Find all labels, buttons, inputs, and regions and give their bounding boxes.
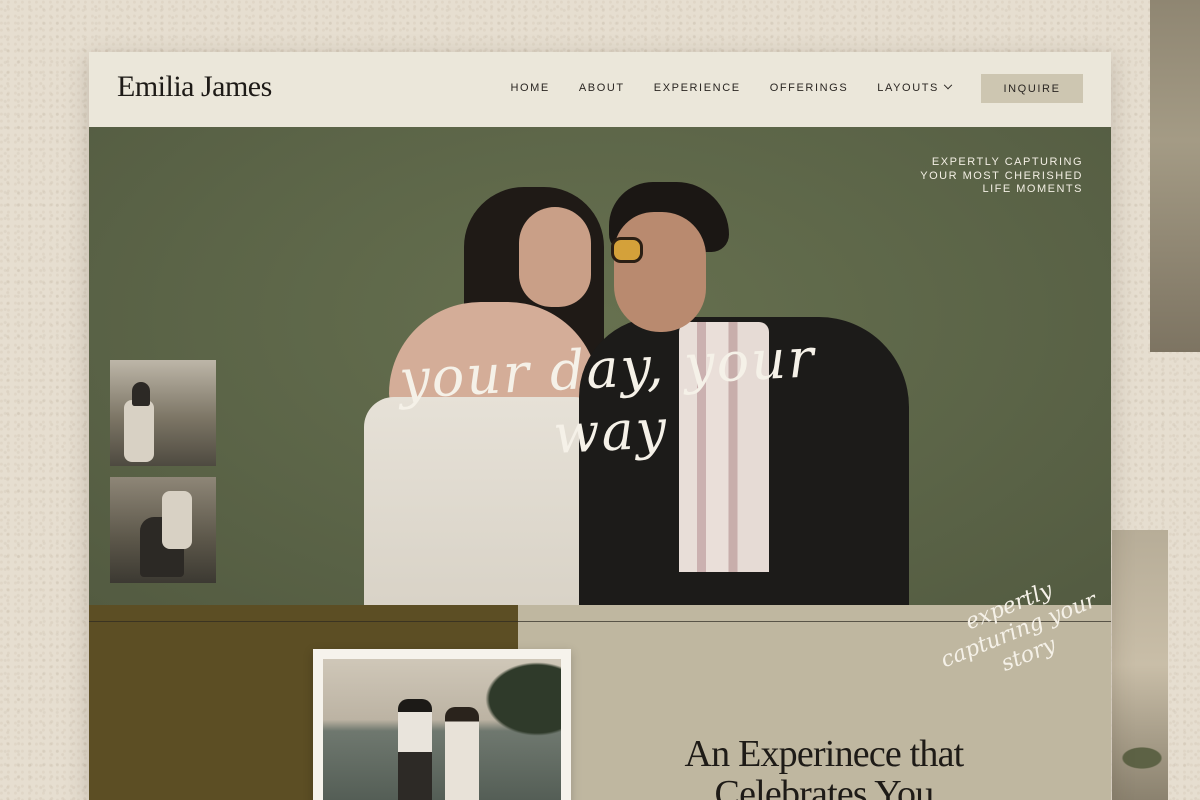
photo-trees [481, 659, 561, 739]
chevron-down-icon [943, 80, 953, 90]
brand-logo[interactable]: Emilia James [117, 70, 272, 104]
inquire-button[interactable]: INQUIRE [981, 74, 1083, 103]
photo-bride-figure [445, 707, 479, 800]
background-photo-bottom [1112, 530, 1168, 800]
main-nav: HOME ABOUT EXPERIENCE OFFERINGS LAYOUTS [510, 80, 953, 94]
gallery-thumbnail-2[interactable] [110, 477, 216, 583]
hero-tagline-line: EXPERTLY CAPTURING [931, 156, 1083, 168]
hero-tagline-line: YOUR MOST CHERISHED [920, 169, 1083, 182]
thumbnail-figure-light [162, 491, 192, 549]
gallery-thumbnail-1[interactable] [110, 360, 216, 466]
website-page: Emilia James HOME ABOUT EXPERIENCE OFFER… [89, 52, 1111, 800]
hero-section: EXPERTLY CAPTURING YOUR MOST CHERISHED L… [89, 127, 1111, 605]
hero-photo-groom-face [614, 212, 706, 332]
polaroid-photo-frame [313, 649, 571, 800]
tree-shape [1118, 745, 1166, 771]
nav-layouts[interactable]: LAYOUTS [877, 80, 953, 94]
hero-photo-bride-face [519, 207, 591, 307]
site-header: Emilia James HOME ABOUT EXPERIENCE OFFER… [89, 52, 1111, 127]
nav-home[interactable]: HOME [510, 82, 549, 94]
thumbnail-figure [124, 400, 154, 462]
nav-layouts-label: LAYOUTS [877, 82, 939, 94]
nav-experience[interactable]: EXPERIENCE [654, 82, 741, 94]
background-photo-top [1150, 0, 1200, 352]
thumbnail-figure-head [132, 382, 150, 406]
hero-tagline-line: LIFE MOMENTS [982, 183, 1083, 195]
nav-offerings[interactable]: OFFERINGS [770, 82, 849, 94]
hero-photo-sunglasses [611, 237, 643, 263]
section-heading: An Experinece that Celebrates You [634, 734, 1014, 800]
nav-about[interactable]: ABOUT [579, 82, 625, 94]
photo-groom-figure [398, 699, 432, 800]
section-heading-line: An Experinece that [684, 733, 965, 775]
beach-couple-photo [323, 659, 561, 800]
section-heading-line: Celebrates You [714, 773, 935, 800]
hero-tagline: EXPERTLY CAPTURING YOUR MOST CHERISHED L… [920, 156, 1083, 197]
